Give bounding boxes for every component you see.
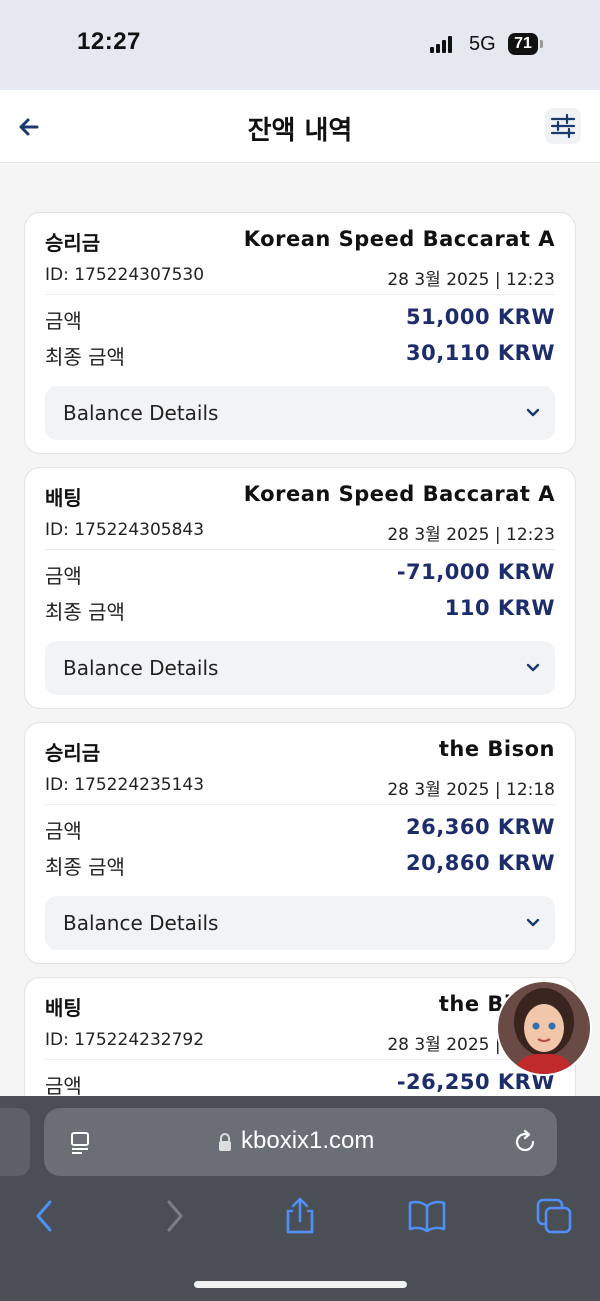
balance-details-toggle[interactable]: Balance Details [45,641,555,695]
amount-label: 금액 [45,564,82,588]
app-header: 잔액 내역 [0,90,600,163]
amount-label: 금액 [45,1074,82,1096]
network-type: 5G [469,33,496,55]
sliders-icon [550,113,576,139]
reader-icon[interactable] [68,1130,92,1154]
game-name: Korean Speed Baccarat A [243,227,555,251]
transaction-date: 28 3월 2025 | 12:23 [387,270,555,290]
transaction-date: 28 3월 2025 | 12:23 [387,525,555,545]
filter-button[interactable] [545,108,581,144]
divider [45,294,555,295]
chevron-down-icon [526,663,540,672]
home-indicator [194,1281,407,1288]
final-amount-value: 20,860 KRW [406,851,555,875]
transaction-type: 배팅 [45,486,82,510]
balance-details-toggle[interactable]: Balance Details [45,386,555,440]
chevron-down-icon [526,918,540,927]
transaction-date: 28 3월 2025 | 12:18 [387,780,555,800]
bookmarks-icon[interactable] [407,1196,447,1236]
status-time: 12:27 [77,28,141,55]
transaction-card: 승리금 Korean Speed Baccarat A ID: 17522430… [24,212,576,454]
signal-icon [430,35,454,53]
final-amount-label: 최종 금액 [45,600,125,624]
battery-tip [540,40,543,48]
transaction-card: 승리금 the Bison ID: 175224235143 28 3월 202… [24,722,576,964]
divider [45,804,555,805]
balance-details-label: Balance Details [63,401,219,425]
final-amount-label: 최종 금액 [45,345,125,369]
amount-value: -71,000 KRW [396,560,555,584]
previous-tab[interactable] [0,1108,30,1176]
game-name: the Bison [438,737,555,761]
lock-icon [219,1133,231,1151]
final-amount-value: 110 KRW [444,596,555,620]
final-amount-label: 최종 금액 [45,855,125,879]
tabs-icon[interactable] [534,1196,574,1236]
final-amount-value: 30,110 KRW [406,341,555,365]
support-avatar-button[interactable] [496,980,592,1076]
transaction-id: ID: 175224235143 [45,775,205,795]
transaction-id: ID: 175224232792 [45,1030,205,1050]
reload-icon[interactable] [511,1128,539,1156]
status-bar: 12:27 5G 71 [0,0,600,90]
transaction-card: 배팅 the Bison ID: 175224232792 28 3월 2025… [24,977,576,1096]
divider [45,549,555,550]
transaction-id: ID: 175224305843 [45,520,205,540]
transaction-id: ID: 175224307530 [45,265,205,285]
balance-details-label: Balance Details [63,656,219,680]
transaction-type: 승리금 [45,741,101,765]
browser-toolbar: kboxix1.com [0,1096,600,1301]
amount-value: 51,000 KRW [406,305,555,329]
transaction-type: 배팅 [45,996,82,1020]
address-bar[interactable]: kboxix1.com [44,1108,557,1176]
game-name: Korean Speed Baccarat A [243,482,555,506]
amount-label: 금액 [45,309,82,333]
transaction-type: 승리금 [45,231,101,255]
transaction-card: 배팅 Korean Speed Baccarat A ID: 175224305… [24,467,576,709]
forward-arrow-icon[interactable] [155,1196,195,1236]
amount-label: 금액 [45,819,82,843]
share-icon[interactable] [280,1196,320,1236]
divider [45,1059,555,1060]
balance-details-toggle[interactable]: Balance Details [45,896,555,950]
page-title: 잔액 내역 [247,116,353,146]
avatar-image [498,982,590,1074]
back-arrow-icon[interactable] [24,1196,64,1236]
chevron-down-icon [526,408,540,417]
battery-icon: 71 [508,33,538,55]
url-text: kboxix1.com [241,1127,375,1154]
balance-details-label: Balance Details [63,911,219,935]
amount-value: 26,360 KRW [406,815,555,839]
transaction-list: 승리금 Korean Speed Baccarat A ID: 17522430… [24,212,576,1096]
